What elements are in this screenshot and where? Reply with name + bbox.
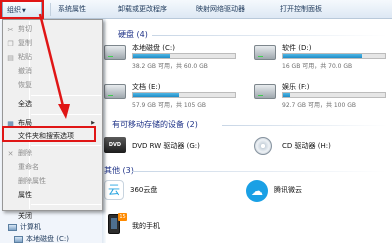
cd-drive-icon (254, 137, 272, 155)
menu-item-redo[interactable]: 恢复 (4, 79, 101, 92)
drive-usage-bar (282, 53, 386, 59)
dvd-drive-icon: DVD (104, 137, 126, 153)
organize-menu: ✂ 剪切 ❐ 复制 ▤ 粘贴 撤消 恢复 全选 ▦ 布局 ▶ 文件夹和搜索选项 ✕ 删除 重… (2, 19, 103, 220)
menu-item-paste[interactable]: ▤ 粘贴 (4, 51, 101, 64)
menu-label: 全选 (18, 100, 32, 108)
app-name: 腾讯微云 (274, 186, 302, 194)
menu-label: 剪切 (18, 25, 32, 33)
drive-free-space: 16 GB 可用，共 70.0 GB (282, 63, 353, 70)
menu-item-rename[interactable]: 重命名 (4, 161, 101, 174)
drive-free-space: 57.9 GB 可用，共 105 GB (132, 102, 206, 109)
drive-usage-fill (133, 54, 170, 58)
section-divider (132, 171, 387, 172)
menu-item-select-all[interactable]: 全选 (4, 98, 101, 111)
menu-item-remove-properties[interactable]: 删除属性 (4, 175, 101, 188)
drive-free-space: 38.2 GB 可用，共 60.0 GB (132, 63, 208, 70)
notification-badge: 15 (118, 213, 127, 221)
hard-drive-icon (104, 84, 126, 99)
menu-label: 删除 (18, 149, 32, 157)
menu-separator (31, 95, 101, 96)
drive-usage-bar (132, 92, 236, 98)
drive-usage-fill (283, 93, 291, 97)
section-other[interactable]: 其他 (3) (104, 165, 134, 176)
hard-drive-icon (104, 45, 126, 60)
hard-drive-icon (254, 84, 276, 99)
menu-label: 粘贴 (18, 53, 32, 61)
device-name: DVD RW 驱动器 (G:) (132, 142, 200, 150)
scissors-icon: ✂ (7, 26, 14, 34)
drive-usage-bar (132, 53, 236, 59)
drive-icon (14, 235, 23, 243)
paste-icon: ▤ (7, 54, 14, 62)
drive-name: 文档 (E:) (132, 83, 161, 91)
menu-item-properties[interactable]: 属性 (4, 189, 101, 202)
drive-name: 软件 (D:) (282, 44, 312, 52)
menu-label: 重命名 (18, 163, 39, 171)
uninstall-program-button[interactable]: 卸载或更改程序 (118, 0, 167, 19)
menu-label: 属性 (18, 191, 32, 199)
tree-label-local-disk: 本地磁盘 (C:) (26, 235, 69, 243)
section-hard-drives[interactable]: 硬盘 (4) (118, 29, 148, 40)
computer-icon (8, 223, 17, 231)
section-divider (152, 35, 387, 36)
menu-item-delete[interactable]: ✕ 删除 (4, 147, 101, 160)
drive-name: 娱乐 (F:) (282, 83, 310, 91)
drive-usage-bar (282, 92, 386, 98)
menu-item-copy[interactable]: ❐ 复制 (4, 37, 101, 50)
menu-label: 关闭 (18, 212, 32, 220)
open-control-panel-button[interactable]: 打开控制面板 (280, 0, 322, 19)
tree-label-computer: 计算机 (20, 223, 41, 231)
copy-icon: ❐ (7, 40, 14, 48)
app-name: 360云盘 (130, 186, 158, 194)
menu-label: 撤消 (18, 67, 32, 75)
menu-separator (31, 114, 101, 115)
menu-label: 复制 (18, 39, 32, 47)
drive-usage-fill (283, 54, 362, 58)
map-network-drive-button[interactable]: 映射网络驱动器 (196, 0, 245, 19)
section-divider (222, 125, 387, 126)
menu-label: 恢复 (18, 81, 32, 89)
hard-drive-icon (254, 45, 276, 60)
menu-item-undo[interactable]: 撤消 (4, 65, 101, 78)
drive-usage-fill (133, 93, 179, 97)
menu-separator (31, 145, 101, 146)
delete-icon: ✕ (7, 150, 14, 158)
menu-label: 删除属性 (18, 177, 46, 185)
cloud-icon: 云 (104, 180, 124, 200)
menu-item-cut[interactable]: ✂ 剪切 (4, 23, 101, 36)
device-name: CD 驱动器 (H:) (282, 142, 331, 150)
app-name: 我的手机 (132, 222, 160, 230)
highlight-box-folder-options (2, 126, 96, 142)
menu-item-close[interactable]: 关闭 (4, 206, 101, 220)
drive-name: 本地磁盘 (C:) (132, 44, 175, 52)
drive-free-space: 92.7 GB 可用，共 100 GB (282, 102, 356, 109)
weiyun-icon: ☁ (246, 180, 268, 202)
system-properties-button[interactable]: 系统属性 (58, 0, 86, 19)
tree-item-computer[interactable]: 计算机 (8, 222, 41, 232)
menu-separator (31, 204, 101, 205)
section-removable[interactable]: 有可移动存储的设备 (2) (112, 119, 198, 130)
command-toolbar: 组织▼ 系统属性 卸载或更改程序 映射网络驱动器 打开控制面板 (0, 0, 392, 19)
highlight-box-organize (0, 0, 44, 19)
toolbar-divider (50, 3, 51, 16)
